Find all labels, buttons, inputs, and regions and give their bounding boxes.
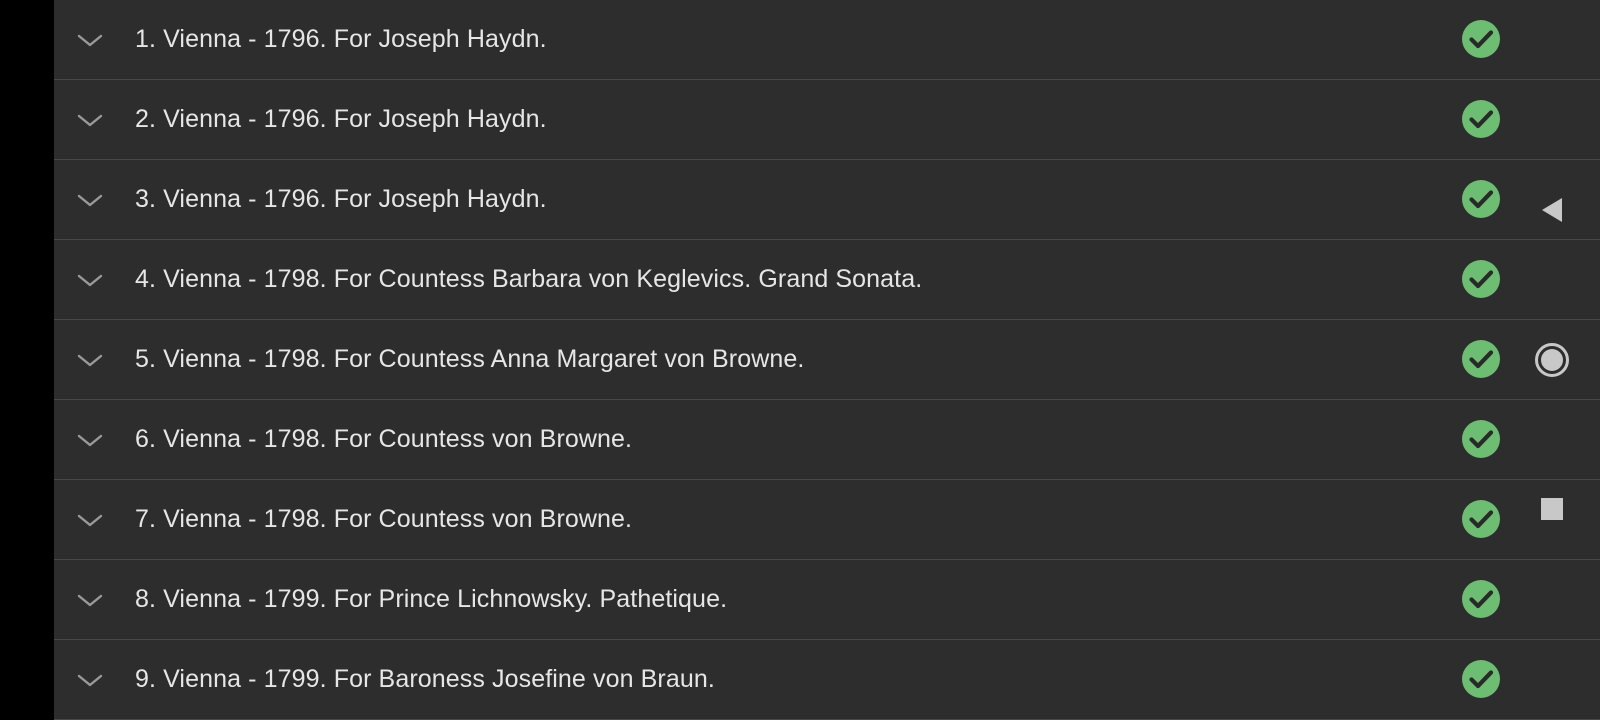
home-circle-icon[interactable] (1534, 342, 1570, 378)
list-item[interactable]: 2. Vienna - 1796. For Joseph Haydn. (54, 80, 1600, 160)
list-item[interactable]: 6. Vienna - 1798. For Countess von Brown… (54, 400, 1600, 480)
back-triangle-icon[interactable] (1534, 192, 1570, 228)
check-circle-icon (1462, 579, 1500, 618)
list-item-title: 7. Vienna - 1798. For Countess von Brown… (135, 505, 633, 533)
list-item-title: 3. Vienna - 1796. For Joseph Haydn. (135, 185, 547, 213)
list-item[interactable]: 7. Vienna - 1798. For Countess von Brown… (54, 480, 1600, 560)
check-circle-icon (1462, 99, 1500, 138)
list-item[interactable]: 1. Vienna - 1796. For Joseph Haydn. (54, 0, 1600, 80)
check-circle-icon (1462, 499, 1500, 538)
check-circle-icon (1462, 339, 1500, 378)
list-item[interactable]: 5. Vienna - 1798. For Countess Anna Marg… (54, 320, 1600, 400)
check-circle-icon (1462, 659, 1500, 698)
chevron-down-icon[interactable] (76, 431, 104, 449)
list-item[interactable]: 4. Vienna - 1798. For Countess Barbara v… (54, 240, 1600, 320)
check-circle-icon (1462, 179, 1500, 218)
chevron-down-icon[interactable] (76, 511, 104, 529)
chevron-down-icon[interactable] (76, 191, 104, 209)
chevron-down-icon[interactable] (76, 31, 104, 49)
check-circle-icon (1462, 259, 1500, 298)
list-item-title: 4. Vienna - 1798. For Countess Barbara v… (135, 265, 923, 293)
check-circle-icon (1462, 419, 1500, 458)
list-item-title: 8. Vienna - 1799. For Prince Lichnowsky.… (135, 585, 728, 613)
recents-square-icon[interactable] (1534, 491, 1570, 527)
chevron-down-icon[interactable] (76, 671, 104, 689)
chevron-down-icon[interactable] (76, 351, 104, 369)
chevron-down-icon[interactable] (76, 111, 104, 129)
check-circle-icon (1462, 19, 1500, 58)
chevron-down-icon[interactable] (76, 271, 104, 289)
list-item-title: 1. Vienna - 1796. For Joseph Haydn. (135, 25, 547, 53)
list-item-title: 2. Vienna - 1796. For Joseph Haydn. (135, 105, 547, 133)
list-item-title: 6. Vienna - 1798. For Countess von Brown… (135, 425, 633, 453)
left-edge-bar (0, 0, 54, 720)
list-item[interactable]: 9. Vienna - 1799. For Baroness Josefine … (54, 640, 1600, 720)
list-item[interactable]: 3. Vienna - 1796. For Joseph Haydn. (54, 160, 1600, 240)
sonata-list: 1. Vienna - 1796. For Joseph Haydn. 2. V… (54, 0, 1600, 720)
list-item-title: 5. Vienna - 1798. For Countess Anna Marg… (135, 345, 805, 373)
chevron-down-icon[interactable] (76, 591, 104, 609)
list-item-title: 9. Vienna - 1799. For Baroness Josefine … (135, 665, 715, 693)
list-item[interactable]: 8. Vienna - 1799. For Prince Lichnowsky.… (54, 560, 1600, 640)
